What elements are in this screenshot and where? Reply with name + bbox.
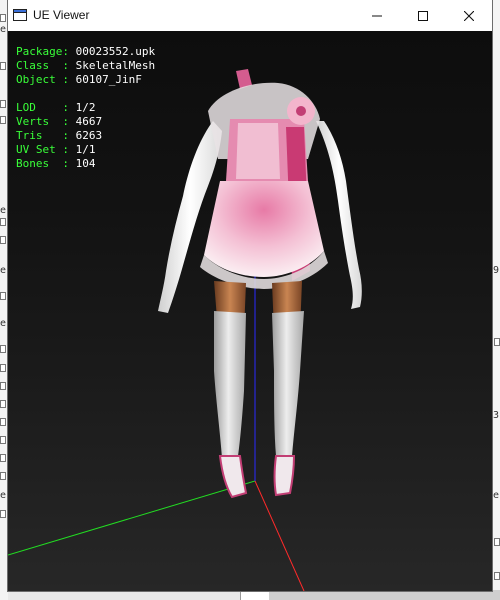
bg-char: 9 <box>492 265 499 276</box>
minimize-icon <box>372 15 382 16</box>
checkbox <box>0 382 6 390</box>
background-bottom-strip <box>240 590 500 600</box>
checkbox <box>0 418 6 426</box>
bg-char: e <box>0 24 7 35</box>
bg-char: e <box>0 265 7 276</box>
bg-char: e <box>0 318 7 329</box>
checkbox <box>0 116 6 124</box>
checkbox <box>494 572 500 580</box>
checkbox <box>0 436 6 444</box>
checkbox <box>0 400 6 408</box>
ue-viewer-window: UE Viewer Package: 00023552.upk Class : … <box>8 0 492 591</box>
checkbox <box>0 345 6 353</box>
maximize-icon <box>418 10 428 21</box>
close-icon <box>464 10 474 21</box>
window-title: UE Viewer <box>33 8 90 22</box>
minimize-button[interactable] <box>354 0 400 31</box>
checkbox <box>0 14 6 22</box>
axis-y-line <box>8 480 256 556</box>
bg-char: e <box>492 490 499 501</box>
maximize-button[interactable] <box>400 0 446 31</box>
checkbox <box>0 100 6 108</box>
3d-viewport[interactable]: Package: 00023552.upk Class : SkeletalMe… <box>8 31 492 591</box>
background-right-edge: 9 3 e <box>492 0 500 600</box>
axis-x-line <box>254 480 305 591</box>
bg-char: e <box>0 205 7 216</box>
skeletal-mesh-render <box>8 69 362 591</box>
checkbox <box>0 236 6 244</box>
close-button[interactable] <box>446 0 492 31</box>
checkbox <box>0 510 6 518</box>
checkbox <box>0 472 6 480</box>
checkbox <box>0 364 6 372</box>
checkbox <box>0 218 6 226</box>
checkbox <box>0 292 6 300</box>
title-bar[interactable]: UE Viewer <box>8 0 492 31</box>
background-thumbnail <box>240 590 269 600</box>
app-icon <box>13 9 27 21</box>
bg-char: e <box>0 490 7 501</box>
checkbox <box>0 62 6 70</box>
checkbox <box>494 338 500 346</box>
background-left-edge: e e e e e <box>0 0 8 600</box>
bg-char: 3 <box>492 410 499 421</box>
checkbox <box>0 454 6 462</box>
checkbox <box>494 538 500 546</box>
